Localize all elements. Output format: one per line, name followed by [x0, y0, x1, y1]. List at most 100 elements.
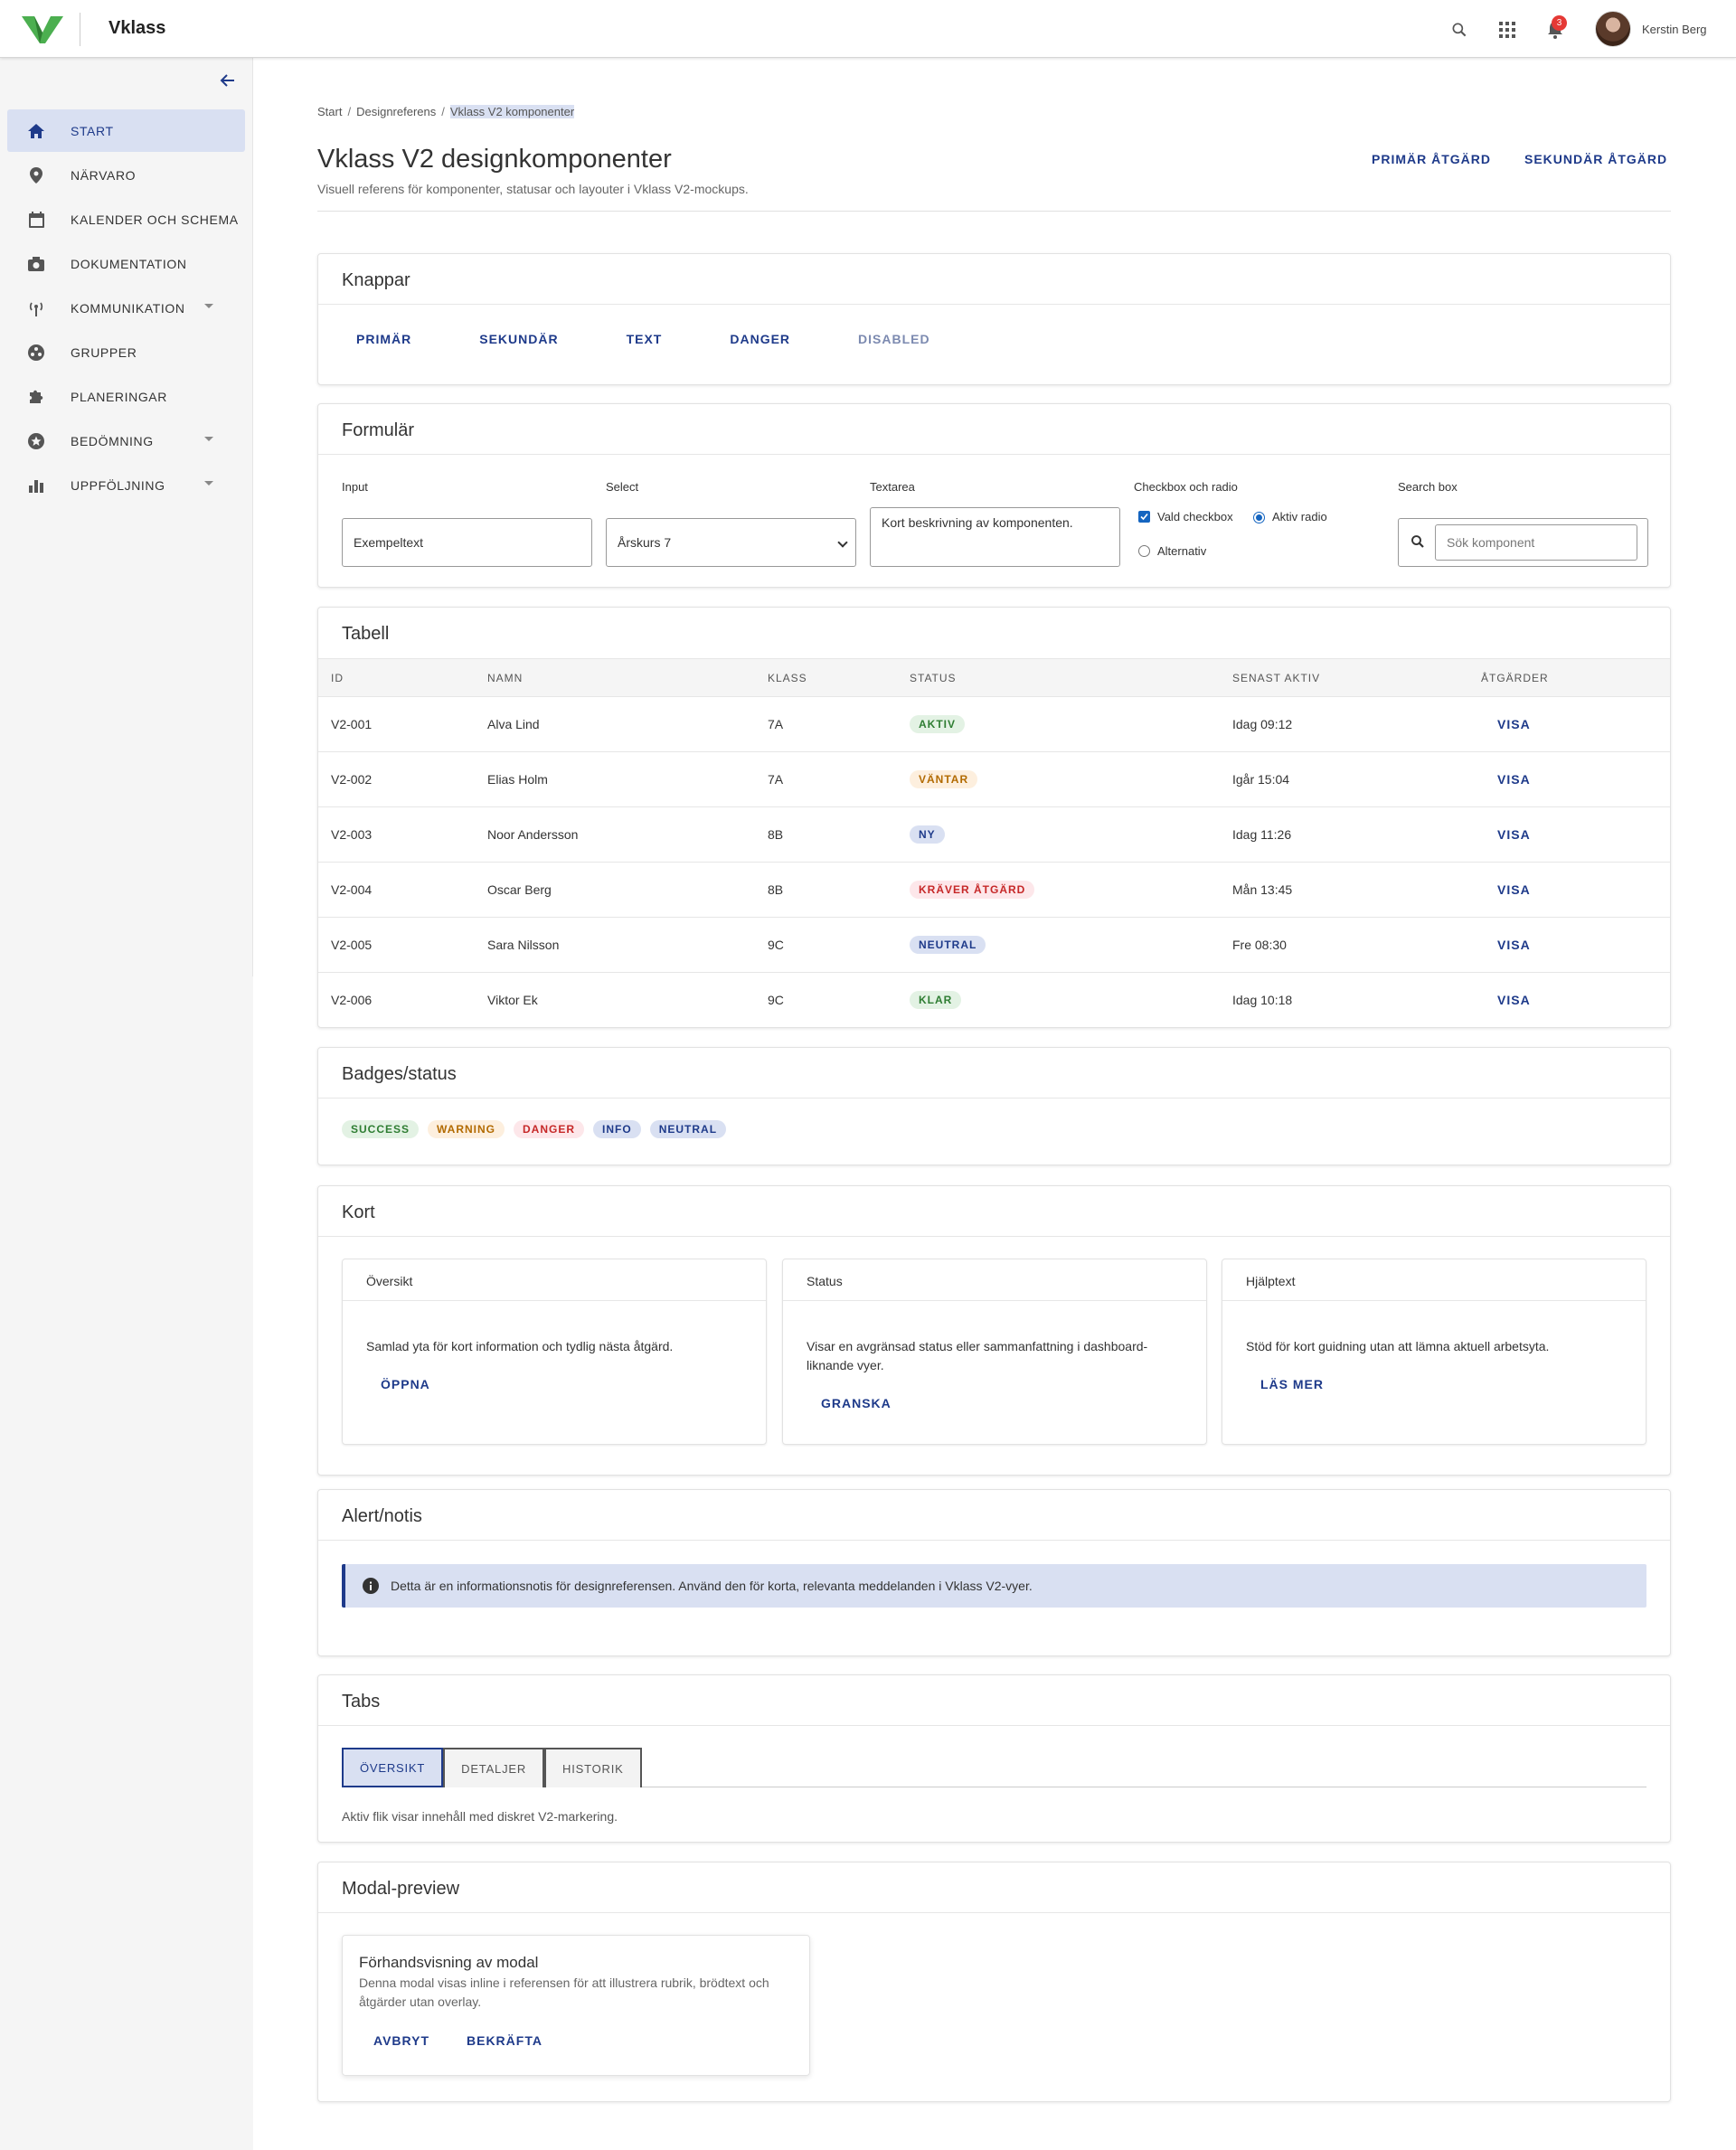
user-name[interactable]: Kerstin Berg — [1642, 23, 1707, 36]
modal-preview-card: Modal-preview Förhandsvisning av modal D… — [317, 1862, 1671, 2102]
sidebar-item-kalender[interactable]: KALENDER OCH SCHEMA — [7, 198, 245, 240]
tab-content-text: Aktiv flik visar innehåll med diskret V2… — [342, 1809, 618, 1824]
radio-alternative-label[interactable]: Alternativ — [1157, 544, 1206, 558]
status-badge: KRÄVER ÅTGÄRD — [910, 881, 1035, 899]
sidebar-item-dokumentation[interactable]: DOKUMENTATION — [7, 242, 245, 285]
search-box-label: Search box — [1398, 480, 1458, 494]
collapse-arrow-icon[interactable] — [217, 70, 239, 91]
warning-badge: WARNING — [428, 1120, 505, 1138]
primary-button[interactable]: PRIMÄR — [342, 332, 426, 346]
chevron-down-icon[interactable] — [204, 304, 213, 308]
avatar[interactable] — [1595, 11, 1631, 47]
table-card: Tabell ID NAMN KLASS STATUS SENAST AKTIV… — [317, 607, 1671, 1028]
confirm-button[interactable]: BEKRÄFTA — [467, 2033, 542, 2048]
sidebar-item-grupper[interactable]: GRUPPER — [7, 331, 245, 373]
breadcrumb: Start / Designreferens / Vklass V2 komponent… — [317, 105, 575, 118]
select-value: Årskurs 7 — [618, 535, 672, 550]
primary-action-button[interactable]: PRIMÄR ÅTGÄRD — [1372, 152, 1491, 166]
tabs-card: Tabs ÖVERSIKT DETALJER HISTORIK Aktiv fl… — [317, 1674, 1671, 1843]
tab-oversikt[interactable]: ÖVERSIKT — [342, 1748, 444, 1787]
breadcrumb-designreferens[interactable]: Designreferens — [356, 105, 436, 118]
info-alert: Detta är en informationsnotis för design… — [342, 1564, 1646, 1608]
sidebar-item-bedomning[interactable]: BEDÖMNING — [7, 420, 245, 462]
cell-id: V2-006 — [331, 993, 373, 1008]
help-card: Hjälptext Stöd för kort guidning utan at… — [1222, 1259, 1646, 1445]
section-title: Tabs — [318, 1675, 1670, 1726]
view-button[interactable]: VISA — [1497, 717, 1531, 731]
cell-last-active: Idag 10:18 — [1232, 993, 1293, 1008]
view-button[interactable]: VISA — [1497, 772, 1531, 787]
form-card: Formulär Input Exempeltext Select Årskur… — [317, 403, 1671, 588]
section-title: Tabell — [342, 624, 390, 644]
brand-name[interactable]: Vklass — [108, 18, 165, 39]
table-row: V2-002 Elias Holm 7A VÄNTAR Igår 15:04 V… — [318, 751, 1670, 807]
year-select[interactable]: Årskurs 7 — [606, 518, 856, 567]
checkbox[interactable] — [1138, 511, 1150, 523]
cancel-button[interactable]: AVBRYT — [373, 2033, 429, 2048]
cell-name: Oscar Berg — [475, 862, 755, 918]
cell-name: Sara Nilsson — [475, 917, 755, 973]
view-button[interactable]: VISA — [1497, 882, 1531, 897]
cards-card: Kort Översikt Samlad yta för kort inform… — [317, 1185, 1671, 1476]
modal-title: Förhandsvisning av modal — [359, 1954, 539, 1971]
view-button[interactable]: VISA — [1497, 827, 1531, 842]
cell-last-active: Igår 15:04 — [1220, 751, 1468, 807]
radio-active[interactable] — [1253, 512, 1265, 523]
radio-alternative[interactable] — [1138, 545, 1150, 557]
card-title: Status — [783, 1259, 1206, 1301]
search-input[interactable]: Sök komponent — [1435, 524, 1637, 561]
sidebar-item-kommunikation[interactable]: KOMMUNIKATION — [7, 287, 245, 329]
broadcast-icon — [25, 297, 47, 319]
section-title: Knappar — [318, 254, 1670, 305]
apps-grid-icon[interactable] — [1495, 18, 1519, 42]
sidebar-item-label: NÄRVARO — [71, 167, 137, 183]
checkbox-label[interactable]: Vald checkbox — [1157, 510, 1233, 523]
read-more-button[interactable]: LÄS MER — [1260, 1377, 1324, 1391]
radio-active-label[interactable]: Aktiv radio — [1272, 510, 1327, 523]
sidebar-item-uppfoljning[interactable]: UPPFÖLJNING — [7, 464, 245, 506]
card-text: Samlad yta för kort information och tydl… — [366, 1339, 674, 1353]
view-button[interactable]: VISA — [1497, 993, 1531, 1007]
calendar-icon — [25, 209, 47, 231]
tab-detaljer[interactable]: DETALJER — [443, 1748, 545, 1787]
bar-chart-icon — [25, 475, 47, 496]
review-button[interactable]: GRANSKA — [821, 1396, 892, 1410]
page-title: Vklass V2 designkomponenter — [317, 145, 672, 174]
vklass-logo[interactable] — [22, 13, 63, 45]
top-bar: Vklass 3 Kerstin Berg — [0, 0, 1736, 58]
danger-button[interactable]: DANGER — [715, 332, 805, 346]
card-title: Översikt — [343, 1259, 766, 1301]
tab-historik[interactable]: HISTORIK — [544, 1748, 642, 1787]
sidebar-item-narvaro[interactable]: NÄRVARO — [7, 154, 245, 196]
open-button[interactable]: ÖPPNA — [381, 1377, 430, 1391]
text-button[interactable]: TEXT — [612, 332, 677, 346]
sidebar: START NÄRVARO KALENDER OCH SCHEMA DOKUME… — [0, 58, 253, 976]
success-badge: SUCCESS — [342, 1120, 420, 1138]
sidebar-item-planeringar[interactable]: PLANERINGAR — [7, 375, 245, 418]
breadcrumb-start[interactable]: Start — [317, 105, 342, 118]
column-header: NAMN — [475, 658, 755, 697]
description-textarea[interactable]: Kort beskrivning av komponenten. — [870, 507, 1120, 567]
search-icon[interactable] — [1448, 18, 1471, 42]
secondary-button[interactable]: SEKUNDÄR — [465, 332, 572, 346]
secondary-action-button[interactable]: SEKUNDÄR ÅTGÄRD — [1524, 152, 1667, 166]
section-title: Modal-preview — [318, 1862, 1670, 1913]
chevron-down-icon[interactable] — [204, 437, 213, 441]
column-header: STATUS — [897, 658, 1220, 697]
tab-bar: ÖVERSIKT DETALJER HISTORIK — [342, 1748, 1646, 1787]
checkbox-radio-label: Checkbox och radio — [1134, 480, 1238, 494]
page-subtitle: Visuell referens för komponenter, status… — [317, 182, 749, 196]
sidebar-item-start[interactable]: START — [7, 109, 245, 152]
cell-last-active: Idag 09:12 — [1220, 696, 1468, 752]
sidebar-item-label: UPPFÖLJNING — [71, 477, 165, 493]
puzzle-icon — [25, 386, 47, 408]
cell-id: V2-001 — [318, 696, 475, 752]
view-button[interactable]: VISA — [1497, 938, 1531, 952]
table-row: V2-003 Noor Andersson 8B NY Idag 11:26 V… — [318, 806, 1670, 863]
text-input[interactable]: Exempeltext — [342, 518, 592, 567]
notification-count-badge: 3 — [1552, 15, 1567, 31]
cell-klass: 9C — [755, 917, 897, 973]
chevron-down-icon[interactable] — [204, 481, 213, 486]
sidebar-item-label: START — [71, 123, 114, 138]
status-badge: VÄNTAR — [910, 770, 978, 788]
